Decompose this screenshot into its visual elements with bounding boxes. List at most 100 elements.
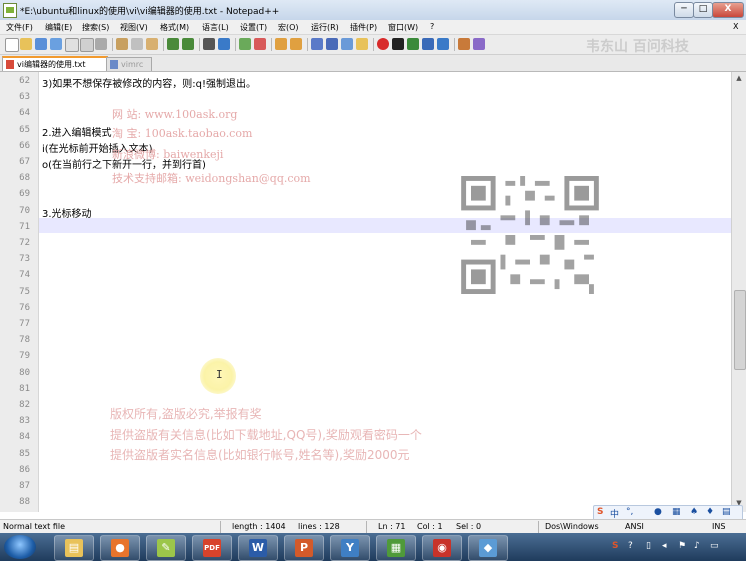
ime-punct-label[interactable]: °,	[626, 507, 633, 517]
menu-edit[interactable]: 编辑(E)	[45, 22, 72, 33]
vertical-scrollbar[interactable]: ▲ ▼	[731, 72, 746, 512]
toolbar: 韦东山 百问科技	[0, 35, 746, 55]
keyboard-icon[interactable]: ▦	[672, 507, 681, 517]
tab-label: vimrc	[121, 60, 144, 69]
close-all-icon[interactable]	[80, 38, 94, 52]
doc-map-icon[interactable]	[356, 38, 368, 50]
scroll-thumb[interactable]	[734, 290, 746, 370]
taskbar-misc-app[interactable]: ◆	[468, 535, 508, 561]
line-number: 62	[19, 76, 30, 86]
close-button[interactable]: X	[712, 2, 744, 18]
menu-close-doc[interactable]: X	[733, 22, 738, 31]
taskbar-explorer[interactable]: ▤	[54, 535, 94, 561]
skin-icon[interactable]: ♠	[690, 507, 698, 517]
line-number-gutter: 62 63 64 65 66 67 68 69 70 71 72 73 74 75 76 77 78 79 80 81…	[0, 72, 39, 512]
spell-check-icon[interactable]	[473, 38, 485, 50]
watermark-notice2: 提供盗版有关信息(比如下载地址,QQ号),奖励观看密码一个	[110, 428, 422, 442]
line-number: 85	[19, 448, 30, 459]
menu-window[interactable]: 窗口(W)	[388, 22, 418, 33]
redo-icon[interactable]	[182, 38, 194, 50]
scroll-up-icon[interactable]: ▲	[734, 74, 744, 84]
notepad-plus-icon: ✎	[157, 539, 175, 557]
stop-macro-icon[interactable]	[392, 38, 404, 50]
menu-run[interactable]: 运行(R)	[311, 22, 339, 33]
y-app-icon: Y	[341, 539, 359, 557]
zoom-out-icon[interactable]	[254, 38, 266, 50]
line-number: 75	[19, 286, 30, 297]
run-macro-multiple-icon[interactable]	[422, 38, 434, 50]
find-icon[interactable]	[203, 38, 215, 50]
sogou-icon[interactable]: S	[597, 507, 603, 517]
toolbar-separator	[373, 38, 374, 51]
line-number: 71	[19, 221, 30, 232]
line-number: 66	[19, 140, 30, 151]
menu-search[interactable]: 搜索(S)	[82, 22, 109, 33]
shirt-icon[interactable]: ♦	[706, 507, 714, 517]
record-macro-icon[interactable]	[377, 38, 389, 50]
zoom-in-icon[interactable]	[239, 38, 251, 50]
code-line[interactable]: 3)如果不想保存被修改的内容，则:q!强制退出。	[42, 75, 256, 90]
undo-icon[interactable]	[167, 38, 179, 50]
menu-format[interactable]: 格式(M)	[160, 22, 189, 33]
indent-guide-icon[interactable]	[341, 38, 353, 50]
taskbar: ▤ ● ✎ PDF W P Y ▦ ◉ ◆ S ? ▯ ◂ ⚑ ♪ ▭	[0, 533, 746, 561]
flag-tray-icon[interactable]: ⚑	[678, 541, 686, 551]
taskbar-recorder[interactable]: ◉	[422, 535, 462, 561]
text-cursor-icon: I	[216, 368, 223, 381]
word-wrap-icon[interactable]	[311, 38, 323, 50]
save-macro-icon[interactable]	[437, 38, 449, 50]
save-icon[interactable]	[35, 38, 47, 50]
menu-macro[interactable]: 宏(O)	[278, 22, 299, 33]
replace-icon[interactable]	[218, 38, 230, 50]
speaker-tray-icon[interactable]: ♪	[694, 541, 700, 551]
taskbar-powerpoint[interactable]: P	[284, 535, 324, 561]
menu-view[interactable]: 视图(V)	[120, 22, 148, 33]
toolbar-separator	[163, 38, 164, 51]
minimize-button[interactable]: ─	[674, 2, 694, 18]
open-file-icon[interactable]	[20, 38, 32, 50]
monitor-tray-icon[interactable]: ▭	[710, 541, 719, 551]
menu-file[interactable]: 文件(F)	[6, 22, 33, 33]
network-tray-icon[interactable]: ▯	[646, 541, 651, 551]
code-line[interactable]: 3.光标移动	[42, 205, 92, 220]
status-divider	[538, 521, 539, 533]
taskbar-pdf[interactable]: PDF	[192, 535, 232, 561]
close-file-icon[interactable]	[65, 38, 79, 52]
cut-icon[interactable]	[116, 38, 128, 50]
taskbar-word[interactable]: W	[238, 535, 278, 561]
help-tray-icon[interactable]: ?	[628, 541, 633, 551]
title-bar: *E:\ubuntu和linux的使用\vi\vi编辑器的使用.txt - No…	[0, 0, 746, 21]
paste-icon[interactable]	[146, 38, 158, 50]
menu-plugins[interactable]: 插件(P)	[350, 22, 377, 33]
toolbox-icon[interactable]: ▤	[722, 507, 731, 517]
taskbar-y-app[interactable]: Y	[330, 535, 370, 561]
taskbar-firefox[interactable]: ●	[100, 535, 140, 561]
start-button[interactable]	[4, 535, 36, 559]
sync-h-icon[interactable]	[290, 38, 302, 50]
status-sel: Sel : 0	[456, 522, 482, 531]
menu-language[interactable]: 语言(L)	[202, 22, 229, 33]
taskbar-chart-app[interactable]: ▦	[376, 535, 416, 561]
toolbar-separator	[307, 38, 308, 51]
sogou-tray-icon[interactable]: S	[612, 541, 618, 551]
editor-area[interactable]: 62 63 64 65 66 67 68 69 70 71 72 73 74 75 76 77 78 79 80 81…	[0, 72, 731, 512]
new-file-icon[interactable]	[5, 38, 19, 52]
play-macro-icon[interactable]	[407, 38, 419, 50]
toolbar-separator	[199, 38, 200, 51]
microphone-icon[interactable]: ●	[654, 507, 662, 517]
save-all-icon[interactable]	[50, 38, 62, 50]
line-number: 64	[19, 108, 30, 119]
maximize-button[interactable]: □	[693, 2, 713, 18]
menu-settings[interactable]: 设置(T)	[240, 22, 267, 33]
show-symbols-icon[interactable]	[326, 38, 338, 50]
tab-vi-editor[interactable]: vi编辑器的使用.txt	[2, 56, 108, 71]
taskbar-notepad-plus[interactable]: ✎	[146, 535, 186, 561]
tab-vimrc[interactable]: vimrc	[106, 57, 152, 71]
print-icon[interactable]	[95, 38, 107, 50]
copy-icon[interactable]	[131, 38, 143, 50]
code-line[interactable]: 2.进入编辑模式	[42, 124, 112, 139]
menu-help[interactable]: ?	[430, 22, 434, 31]
sync-v-icon[interactable]	[275, 38, 287, 50]
volume-tray-icon[interactable]: ◂	[662, 541, 667, 551]
launch-icon[interactable]	[458, 38, 470, 50]
